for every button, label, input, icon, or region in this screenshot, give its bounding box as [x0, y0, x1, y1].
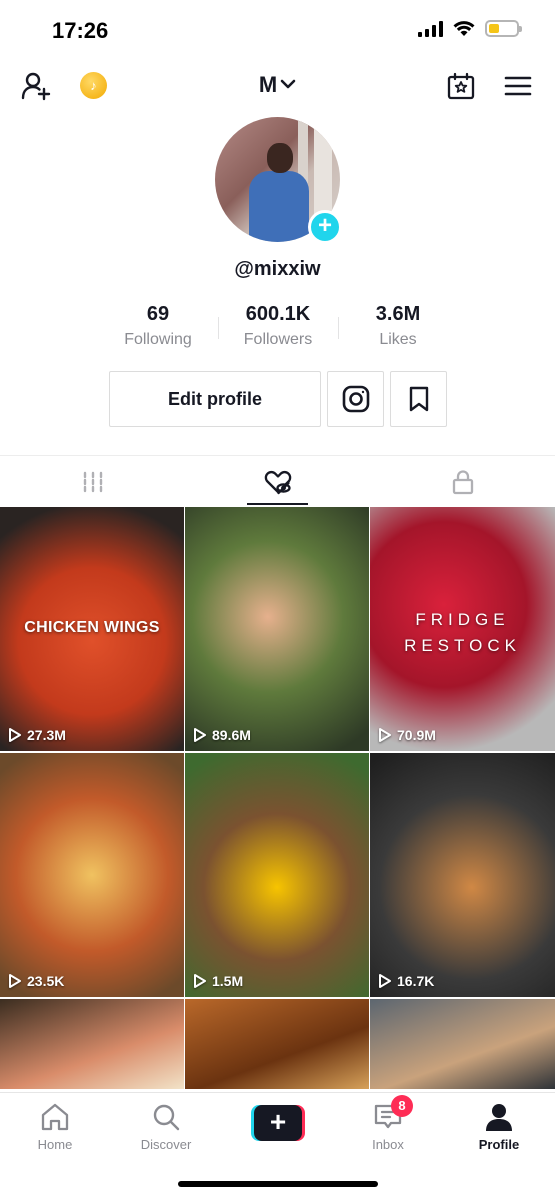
edit-profile-button[interactable]: Edit profile [109, 371, 321, 427]
nav-label: Inbox [372, 1137, 404, 1152]
video-thumbnail[interactable]: CHICKEN WINGS 27.3M [0, 507, 184, 751]
nav-home[interactable]: Home [10, 1101, 100, 1152]
video-thumbnail[interactable]: FRIDGE RESTOCK 70.9M [370, 507, 555, 751]
stat-label: Likes [379, 331, 417, 348]
profile-stats: 69 Following 600.1K Followers 3.6M Likes [98, 303, 458, 349]
play-icon [194, 728, 206, 742]
video-thumbnail[interactable] [0, 999, 184, 1089]
instagram-button[interactable] [327, 371, 384, 427]
stat-following[interactable]: 69 Following [98, 303, 218, 349]
cellular-signal-icon [418, 20, 443, 37]
stat-label: Following [124, 331, 192, 348]
view-count-value: 16.7K [397, 973, 435, 989]
video-thumbnail[interactable]: 23.5K [0, 753, 184, 997]
nav-label: Profile [478, 1137, 520, 1152]
tab-private[interactable] [370, 456, 555, 507]
play-icon [9, 728, 21, 742]
home-icon [41, 1103, 69, 1131]
video-thumbnail[interactable]: 89.6M [185, 507, 369, 751]
inbox-badge: 8 [391, 1095, 413, 1117]
play-icon [379, 728, 391, 742]
top-nav: ♪ M [0, 62, 555, 110]
view-count: 16.7K [378, 973, 434, 989]
stat-label: Followers [243, 331, 313, 348]
video-thumbnail[interactable] [185, 999, 369, 1089]
view-count: 1.5M [193, 973, 243, 989]
nav-profile[interactable]: Profile [454, 1101, 544, 1152]
hidden-heart-icon [264, 470, 291, 494]
menu-icon[interactable] [500, 68, 536, 104]
favorites-button[interactable] [390, 371, 447, 427]
lock-icon [452, 469, 473, 494]
video-overlay-text: FRIDGE RESTOCK [404, 610, 521, 655]
tab-videos[interactable] [0, 456, 185, 507]
avatar-container[interactable]: + [215, 117, 342, 244]
create-video-button[interactable]: + [251, 1105, 305, 1141]
profile-actions: Edit profile [109, 371, 447, 427]
play-icon [194, 974, 206, 988]
view-count-value: 89.6M [212, 727, 251, 743]
tab-liked[interactable] [185, 456, 370, 507]
account-name: M [258, 72, 278, 97]
profile-icon [486, 1104, 512, 1131]
wifi-icon [453, 20, 475, 36]
grid-icon [83, 471, 102, 492]
home-indicator[interactable] [178, 1181, 378, 1187]
battery-icon [485, 20, 522, 37]
username: @mixxiw [234, 258, 321, 280]
stat-value: 3.6M [375, 303, 421, 325]
nav-label: Home [37, 1137, 73, 1152]
status-time: 17:26 [52, 18, 109, 43]
video-thumbnail[interactable]: 1.5M [185, 753, 369, 997]
nav-label: Discover [140, 1137, 192, 1152]
play-icon [9, 974, 21, 988]
view-count-value: 27.3M [27, 727, 66, 743]
view-count-value: 1.5M [212, 973, 244, 989]
calendar-star-icon[interactable] [443, 68, 479, 104]
nav-discover[interactable]: Discover [121, 1101, 211, 1152]
nav-inbox[interactable]: 8 Inbox [343, 1095, 433, 1152]
play-icon [379, 974, 391, 988]
view-count: 23.5K [8, 973, 64, 989]
video-thumbnail[interactable] [370, 999, 555, 1089]
view-count: 89.6M [193, 727, 251, 743]
profile-tabs [0, 455, 555, 507]
stat-likes[interactable]: 3.6M Likes [338, 303, 458, 349]
bookmark-icon [409, 386, 428, 412]
video-thumbnail[interactable]: 16.7K [370, 753, 555, 997]
stat-value: 69 [146, 303, 170, 325]
view-count-value: 23.5K [27, 973, 65, 989]
stat-value: 600.1K [245, 303, 311, 325]
chevron-down-icon [280, 79, 296, 89]
plus-icon: + [254, 1105, 302, 1141]
search-icon [153, 1104, 180, 1131]
video-grid: CHICKEN WINGS 27.3M 89.6M FRIDGE RESTOCK… [0, 507, 555, 1089]
stat-followers[interactable]: 600.1K Followers [218, 303, 338, 349]
status-bar: 17:26 [0, 0, 555, 60]
video-overlay-text: CHICKEN WINGS [24, 619, 160, 636]
add-avatar-button[interactable]: + [308, 210, 342, 244]
view-count: 70.9M [378, 727, 436, 743]
view-count: 27.3M [8, 727, 66, 743]
instagram-icon [342, 385, 369, 413]
status-icons [418, 20, 522, 37]
view-count-value: 70.9M [397, 727, 436, 743]
